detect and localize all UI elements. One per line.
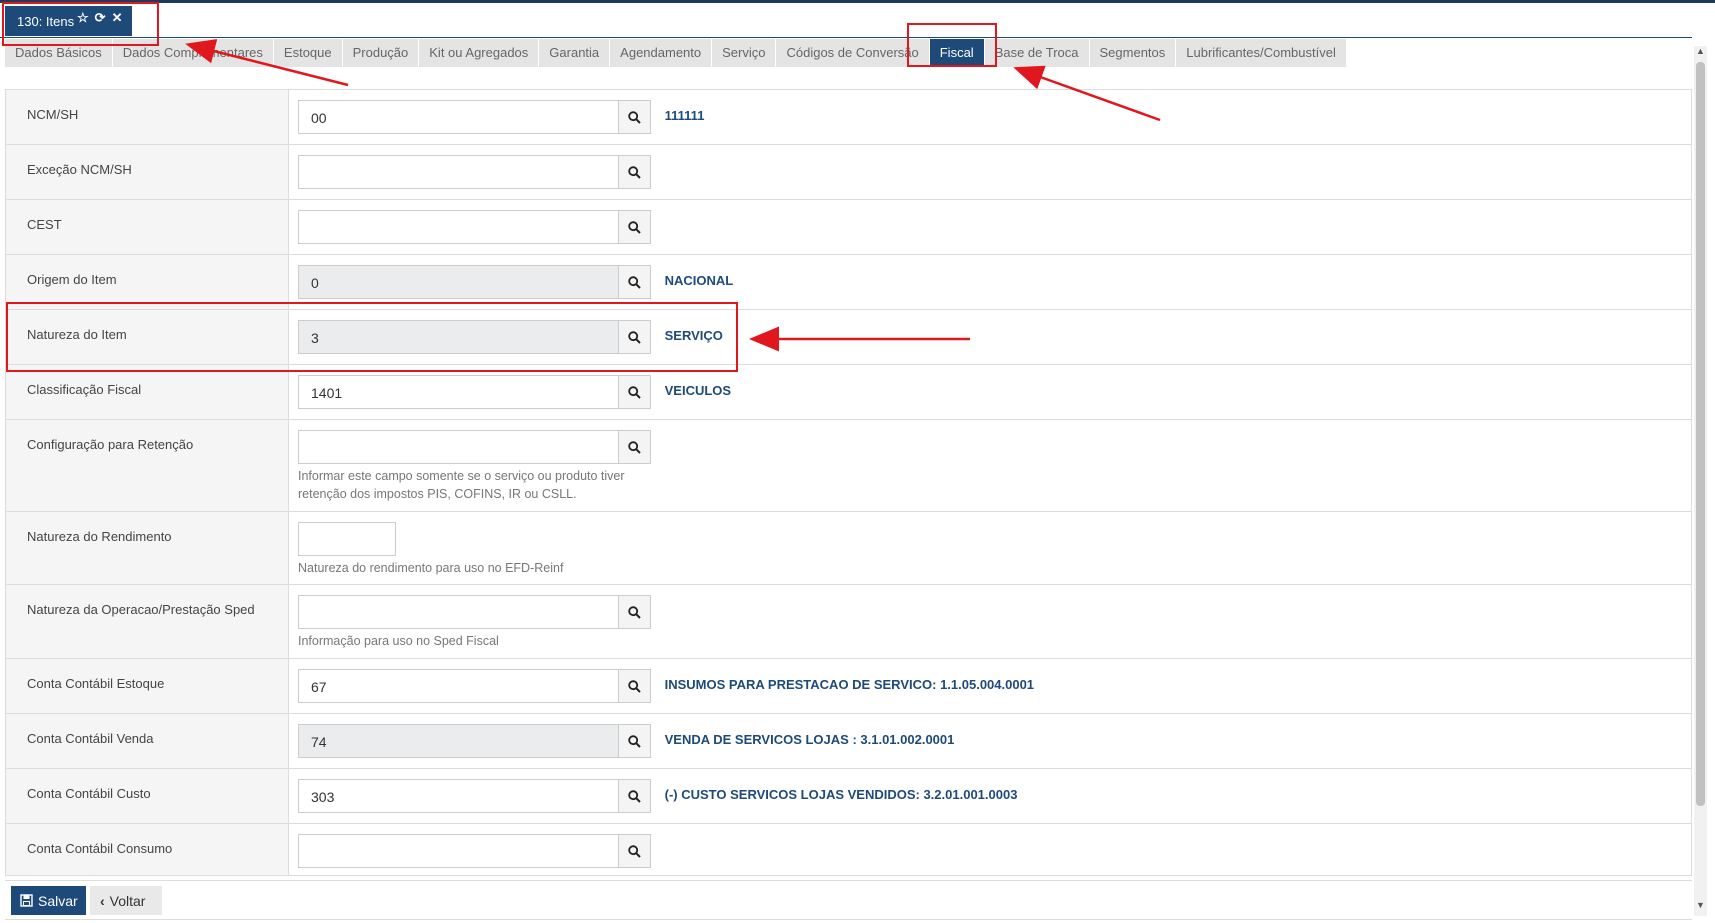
window-tab-title: 130: Itens (17, 14, 75, 29)
field-label: Classificação Fiscal (6, 365, 289, 419)
search-icon[interactable] (618, 320, 651, 354)
field-label: Conta Contábil Estoque (6, 659, 289, 713)
row-natureza-item: Natureza do Item 3 SERVIÇO (5, 310, 1692, 365)
floppy-icon (20, 894, 33, 907)
search-icon[interactable] (618, 779, 651, 813)
classificacao-fiscal-input[interactable]: 1401 (298, 375, 618, 409)
natureza-rendimento-input[interactable] (298, 522, 396, 556)
field-label: Conta Contábil Custo (6, 769, 289, 823)
field-label: Configuração para Retenção (6, 420, 289, 511)
refresh-icon[interactable]: ⟳ (95, 10, 108, 25)
natureza-item-description: SERVIÇO (664, 328, 723, 343)
fiscal-form: NCM/SH 00 111111 Exceção NCM/SH CEST Ori… (5, 89, 1692, 876)
tab-producao[interactable]: Produção (342, 39, 420, 67)
row-ncm: NCM/SH 00 111111 (5, 90, 1692, 145)
header-divider (0, 37, 1692, 38)
search-icon[interactable] (618, 210, 651, 244)
natureza-operacao-input[interactable] (298, 595, 618, 629)
cest-input[interactable] (298, 210, 618, 244)
row-natureza-rendimento: Natureza do Rendimento Natureza do rendi… (5, 512, 1692, 585)
field-label: Conta Contábil Consumo (6, 824, 289, 875)
ncm-description: 111111 (664, 108, 705, 123)
top-accent-bar (0, 0, 1715, 3)
tab-estoque[interactable]: Estoque (273, 39, 343, 67)
conta-consumo-input[interactable] (298, 834, 618, 868)
row-config-retencao: Configuração para Retenção Informar este… (5, 420, 1692, 512)
search-icon[interactable] (618, 430, 651, 464)
chevron-left-icon: ‹ (100, 892, 105, 909)
row-conta-venda: Conta Contábil Venda 74 VENDA DE SERVICO… (5, 714, 1692, 769)
tab-kit-agregados[interactable]: Kit ou Agregados (419, 39, 540, 67)
search-icon[interactable] (618, 724, 651, 758)
tab-codigos-conversao[interactable]: Códigos de Conversão (776, 39, 930, 67)
field-label: Conta Contábil Venda (6, 714, 289, 768)
origem-input[interactable]: 0 (298, 265, 618, 299)
tab-fiscal[interactable]: Fiscal (929, 39, 985, 67)
scroll-up-icon[interactable]: ▲ (1696, 46, 1705, 56)
field-label: Origem do Item (6, 255, 289, 309)
search-icon[interactable] (618, 100, 651, 134)
natureza-operacao-help: Informação para uso no Sped Fiscal (298, 634, 499, 648)
conta-estoque-description: INSUMOS PARA PRESTACAO DE SERVICO: 1.1.0… (664, 677, 1035, 692)
tab-bar: Dados Básicos Dados Complementares Estoq… (5, 39, 1347, 67)
field-label: NCM/SH (6, 90, 289, 144)
conta-custo-input[interactable]: 303 (298, 779, 618, 813)
search-icon[interactable] (618, 834, 651, 868)
field-label: Natureza do Item (6, 310, 289, 364)
tab-servico[interactable]: Serviço (712, 39, 777, 67)
conta-venda-input[interactable]: 74 (298, 724, 618, 758)
field-label: CEST (6, 200, 289, 254)
config-retencao-help-1: Informar este campo somente se o serviço… (298, 469, 625, 483)
tab-agendamento[interactable]: Agendamento (610, 39, 713, 67)
field-label: Natureza da Operacao/Prestação Sped (6, 585, 289, 658)
back-button[interactable]: ‹ Voltar (90, 886, 162, 915)
excecao-ncm-input[interactable] (298, 155, 618, 189)
search-icon[interactable] (618, 669, 651, 703)
row-cest: CEST (5, 200, 1692, 255)
search-icon[interactable] (618, 155, 651, 189)
ncm-input[interactable]: 00 (298, 100, 618, 134)
scroll-down-icon[interactable]: ▼ (1696, 900, 1705, 910)
conta-custo-description: (-) CUSTO SERVICOS LOJAS VENDIDOS: 3.2.0… (664, 787, 1018, 802)
row-conta-custo: Conta Contábil Custo 303 (-) CUSTO SERVI… (5, 769, 1692, 824)
tab-lubrificantes[interactable]: Lubrificantes/Combustível (1176, 39, 1347, 67)
conta-estoque-input[interactable]: 67 (298, 669, 618, 703)
star-icon[interactable]: ☆ (77, 10, 91, 25)
window-tab[interactable]: 130: Itens ☆ ⟳ ✕ (5, 6, 132, 36)
origem-description: NACIONAL (664, 273, 734, 288)
conta-venda-description: VENDA DE SERVICOS LOJAS : 3.1.01.002.000… (664, 732, 955, 747)
form-footer: Salvar ‹ Voltar (5, 880, 1692, 920)
row-classificacao-fiscal: Classificação Fiscal 1401 VEICULOS (5, 365, 1692, 420)
tab-garantia[interactable]: Garantia (539, 39, 611, 67)
search-icon[interactable] (618, 265, 651, 299)
row-excecao-ncm: Exceção NCM/SH (5, 145, 1692, 200)
tab-base-troca[interactable]: Base de Troca (984, 39, 1090, 67)
row-conta-estoque: Conta Contábil Estoque 67 INSUMOS PARA P… (5, 659, 1692, 714)
field-label: Natureza do Rendimento (6, 512, 289, 584)
tab-dados-complementares[interactable]: Dados Complementares (112, 39, 274, 67)
config-retencao-input[interactable] (298, 430, 618, 464)
save-button[interactable]: Salvar (11, 886, 86, 915)
natureza-item-input[interactable]: 3 (298, 320, 618, 354)
search-icon[interactable] (618, 595, 651, 629)
close-icon[interactable]: ✕ (112, 10, 125, 25)
classificacao-fiscal-description: VEICULOS (664, 383, 732, 398)
natureza-rendimento-help: Natureza do rendimento para uso no EFD-R… (298, 561, 564, 575)
search-icon[interactable] (618, 375, 651, 409)
row-conta-consumo: Conta Contábil Consumo (5, 824, 1692, 876)
row-origem: Origem do Item 0 NACIONAL (5, 255, 1692, 310)
tab-segmentos[interactable]: Segmentos (1089, 39, 1177, 67)
save-button-label: Salvar (38, 892, 78, 909)
scrollbar-thumb[interactable] (1696, 62, 1705, 806)
back-button-label: Voltar (109, 892, 146, 909)
row-natureza-operacao: Natureza da Operacao/Prestação Sped Info… (5, 585, 1692, 659)
field-label: Exceção NCM/SH (6, 145, 289, 199)
config-retencao-help-2: retenção dos impostos PIS, COFINS, IR ou… (298, 487, 577, 501)
tab-dados-basicos[interactable]: Dados Básicos (5, 39, 113, 67)
